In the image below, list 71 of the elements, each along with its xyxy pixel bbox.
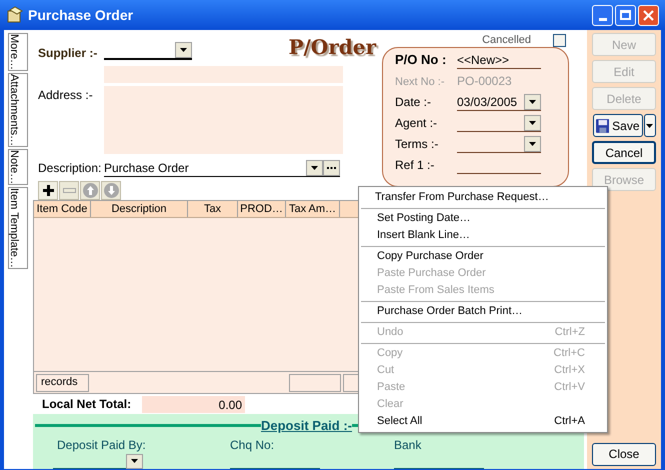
records-label: records	[36, 374, 89, 392]
dropdown-button[interactable]	[306, 160, 323, 176]
dropdown-button[interactable]	[524, 94, 541, 110]
cancelled-checkbox[interactable]	[553, 34, 566, 46]
column-header[interactable]: Description	[91, 201, 188, 217]
supplier-dropdown[interactable]	[104, 42, 192, 60]
field-label: Description:	[38, 160, 102, 177]
total-label: Local Net Total:	[42, 396, 132, 413]
toolbar-button[interactable]	[38, 181, 58, 200]
field-label: Date :-	[395, 94, 432, 111]
dropdown-field[interactable]	[457, 135, 541, 153]
caret-icon	[180, 48, 187, 52]
field-label: Address :-	[38, 87, 94, 104]
maximize-button[interactable]	[615, 4, 636, 26]
menu-item[interactable]: Transfer From Purchase Request…	[359, 189, 607, 206]
caret-icon	[131, 459, 138, 463]
cancel-button[interactable]: Cancel	[592, 141, 656, 164]
menu-item[interactable]: Copy Purchase Order	[361, 248, 605, 265]
section-title: Deposit Paid :-	[261, 417, 352, 435]
checkbox-label: Cancelled	[482, 32, 531, 48]
column-header[interactable]: Item Code	[34, 201, 91, 217]
caret-icon	[311, 166, 318, 170]
plus-icon	[42, 185, 54, 196]
close-button[interactable]	[638, 4, 659, 26]
more-button[interactable]	[323, 160, 340, 176]
caret-icon	[529, 120, 536, 124]
caret-icon	[529, 100, 536, 104]
close-icon	[643, 10, 654, 20]
dropdown-field[interactable]: 03/03/2005	[457, 93, 541, 111]
minimize-button[interactable]	[592, 4, 613, 26]
column-header[interactable]: Tax	[188, 201, 238, 217]
window-title: Purchase Order	[28, 6, 134, 24]
caret-icon	[646, 124, 653, 128]
dropdown-field[interactable]	[53, 454, 143, 468]
total-value: 0.00	[142, 396, 245, 412]
side-tab[interactable]: Item Template…	[8, 187, 28, 270]
save-button[interactable]: Save	[592, 114, 642, 137]
minus-icon	[62, 188, 76, 193]
dropdown-field[interactable]	[457, 114, 541, 132]
menu-item[interactable]: Purchase Order Batch Print…	[361, 303, 605, 320]
dropdown-button[interactable]	[524, 136, 541, 152]
field-label: Terms :-	[395, 136, 440, 153]
field-label: Chq No:	[230, 436, 276, 454]
menu-item[interactable]: Select All Ctrl+A	[361, 413, 605, 430]
column-header[interactable]: Tax Am…	[286, 201, 340, 217]
dropdown-button[interactable]	[524, 114, 541, 130]
side-tab[interactable]: Note…	[8, 149, 28, 186]
side-tab[interactable]: More…	[8, 33, 28, 72]
dropdown-button[interactable]	[126, 454, 143, 468]
footer-cell	[289, 374, 341, 392]
menu-item[interactable]: Insert Blank Line…	[361, 227, 605, 244]
close-form-button[interactable]: Close	[592, 442, 656, 466]
column-header[interactable]: PROD…	[238, 201, 286, 217]
address-field[interactable]	[104, 86, 343, 154]
app-icon	[6, 6, 24, 24]
field-label: Ref 1 :-	[395, 157, 436, 174]
address-line-field[interactable]	[104, 66, 343, 83]
field-label: P/O No :	[395, 50, 448, 68]
description-dropdown[interactable]: Purchase Order	[104, 160, 340, 177]
field-label: Deposit Paid By:	[56, 436, 147, 454]
field-label: Next No :-	[395, 74, 446, 90]
dropdown-button[interactable]	[175, 42, 192, 58]
side-tab[interactable]: Attachments…	[8, 73, 28, 148]
text-field[interactable]: <<New>>	[457, 51, 541, 69]
logo-text: P/Order	[288, 34, 376, 61]
field-label: Bank	[394, 436, 422, 454]
menu-item[interactable]: Set Posting Date…	[361, 210, 605, 227]
caret-icon	[529, 142, 536, 146]
save-menu-button[interactable]	[644, 114, 656, 137]
field-label: Agent :-	[395, 115, 438, 132]
field-label: Supplier :-	[38, 45, 98, 62]
